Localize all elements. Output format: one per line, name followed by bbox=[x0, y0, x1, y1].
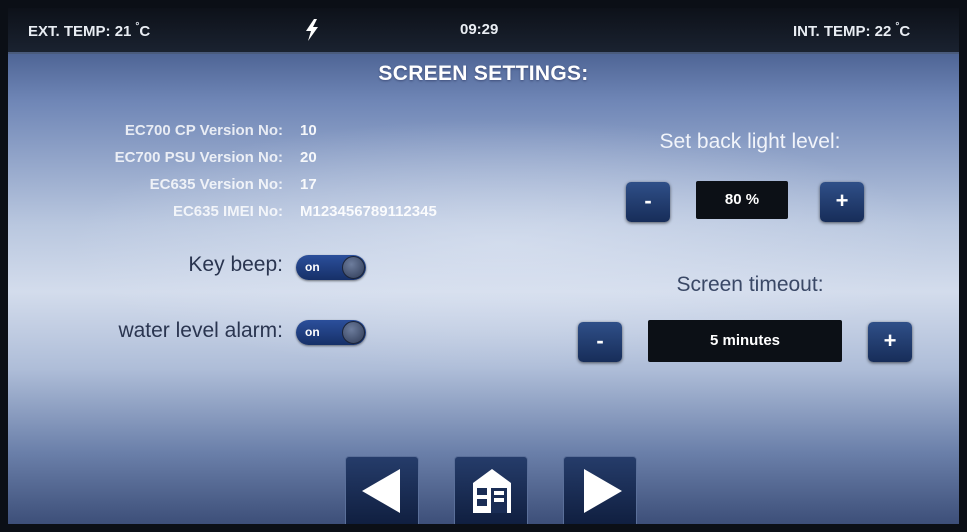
int-temp-label: INT. TEMP: bbox=[793, 23, 871, 40]
home-icon bbox=[473, 469, 511, 513]
toggle-state: on bbox=[305, 260, 320, 274]
info-label: EC700 CP Version No: bbox=[124, 122, 283, 139]
int-temp: INT. TEMP: 22 °C bbox=[793, 21, 910, 40]
status-bar: EXT. TEMP: 21 °C 09:29 INT. TEMP: 22 °C bbox=[8, 8, 959, 54]
water-level-alarm-label: water level alarm: bbox=[118, 319, 283, 342]
key-beep-toggle[interactable]: on bbox=[296, 255, 366, 280]
info-value: 17 bbox=[300, 176, 317, 193]
backlight-increase-button[interactable]: + bbox=[820, 182, 864, 222]
backlight-label: Set back light level: bbox=[659, 130, 841, 153]
imei-value: M123456789112345 bbox=[300, 203, 437, 220]
timeout-increase-button[interactable]: + bbox=[868, 322, 912, 362]
timeout-value: 5 minutes bbox=[648, 320, 842, 362]
info-value: 20 bbox=[300, 149, 317, 166]
int-temp-unit: C bbox=[899, 23, 911, 40]
water-level-alarm-toggle[interactable]: on bbox=[296, 320, 366, 345]
info-value: 10 bbox=[300, 122, 317, 139]
screen-timeout-label: Screen timeout: bbox=[676, 273, 824, 296]
page-title: SCREEN SETTINGS: bbox=[378, 62, 589, 85]
backlight-value: 80 % bbox=[696, 181, 788, 219]
toggle-knob bbox=[342, 256, 365, 279]
backlight-decrease-button[interactable]: - bbox=[626, 182, 670, 222]
ext-temp-unit: C bbox=[139, 23, 151, 40]
info-label: EC700 PSU Version No: bbox=[114, 149, 283, 166]
toggle-state: on bbox=[305, 325, 320, 339]
right-arrow-icon bbox=[584, 469, 622, 513]
forward-button[interactable] bbox=[563, 456, 637, 524]
home-button[interactable] bbox=[454, 456, 528, 524]
key-beep-label: Key beep: bbox=[188, 253, 283, 276]
timeout-decrease-button[interactable]: - bbox=[578, 322, 622, 362]
back-button[interactable] bbox=[345, 456, 419, 524]
left-arrow-icon bbox=[362, 469, 400, 513]
toggle-knob bbox=[342, 321, 365, 344]
int-temp-value: 22 bbox=[874, 23, 892, 40]
info-label: EC635 IMEI No: bbox=[172, 203, 283, 220]
ext-temp-label: EXT. TEMP: bbox=[28, 23, 111, 40]
lightning-bolt-icon bbox=[306, 19, 318, 41]
settings-screen: EXT. TEMP: 21 °C 09:29 INT. TEMP: 22 °C SC… bbox=[8, 8, 959, 524]
ext-temp: EXT. TEMP: 21 °C bbox=[28, 21, 150, 40]
info-label: EC635 Version No: bbox=[149, 176, 283, 193]
clock: 09:29 bbox=[460, 21, 499, 38]
ext-temp-value: 21 bbox=[114, 23, 132, 40]
